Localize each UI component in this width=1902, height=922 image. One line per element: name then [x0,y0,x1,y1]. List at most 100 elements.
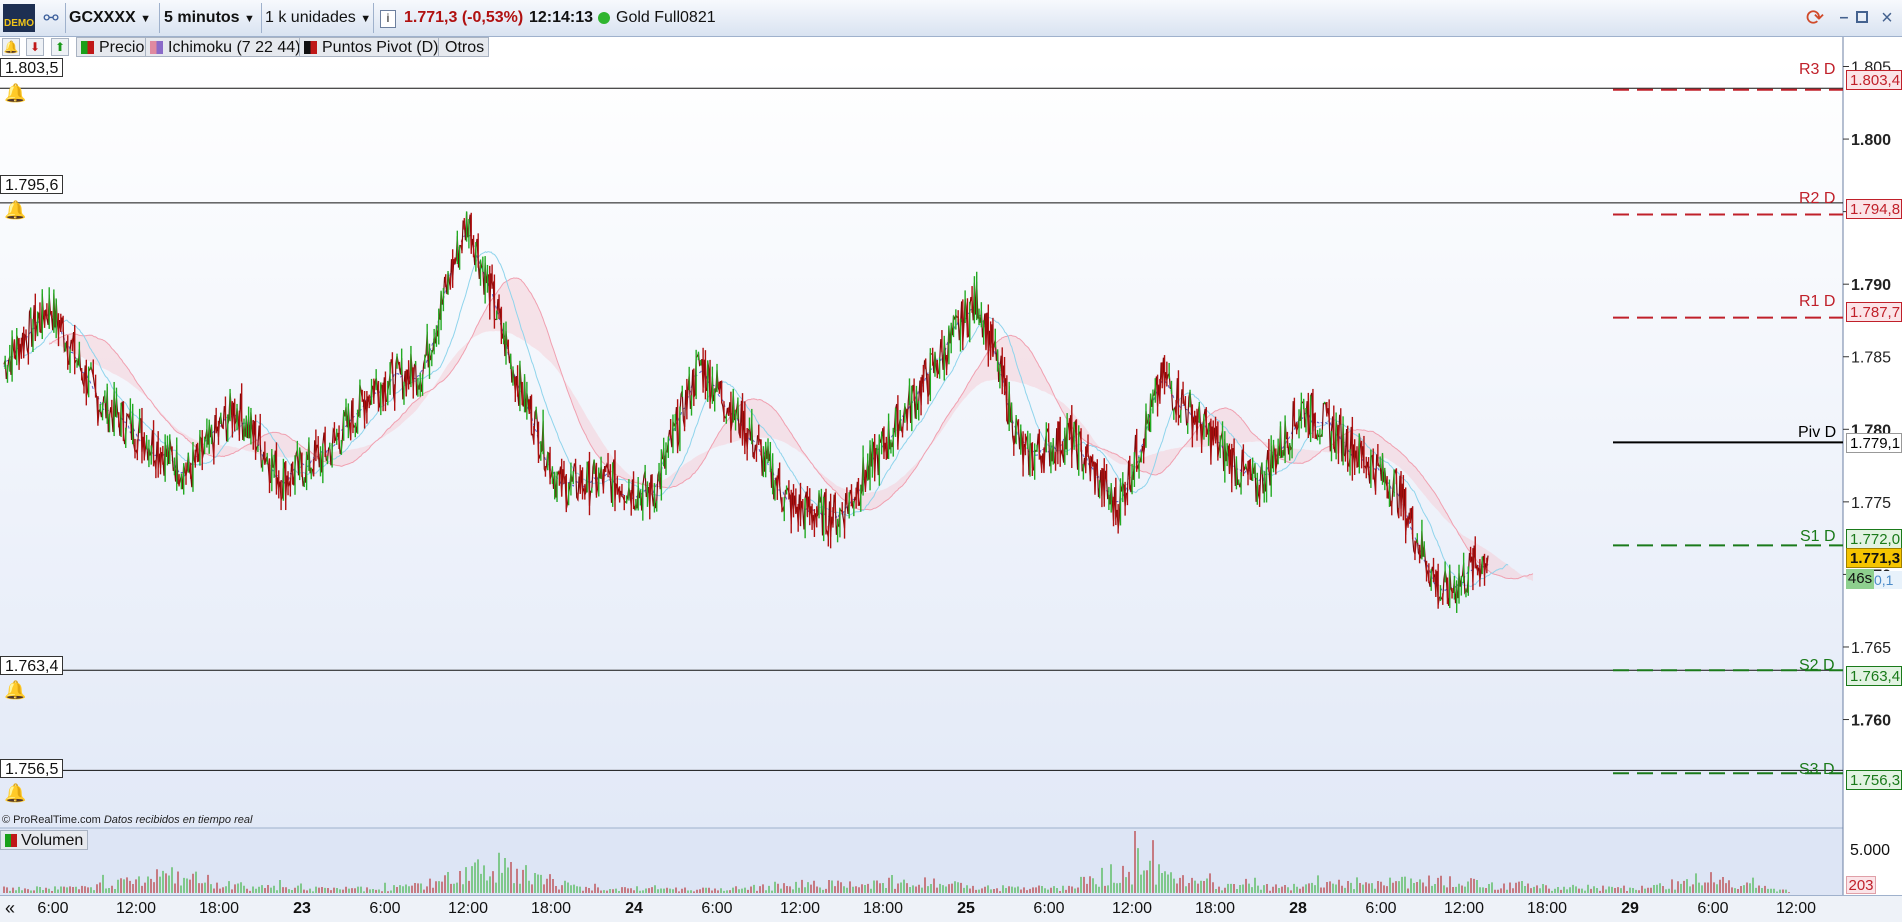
time-axis[interactable]: « 6:00 12:00 18:00 23 6:00 12:00 18:00 24 6:00 12… [0,895,1902,922]
clock-time: 12:14:13 [529,9,594,26]
alarm-bell-icon[interactable]: 🔔 [4,82,26,104]
time-axis-tick: 18:00 [862,900,904,917]
top-toolbar: DEMO ⚯ GCXXXX ▼ 5 minutos ▼ 1 k unidades… [0,0,1902,37]
demo-badge: DEMO [3,4,35,32]
realtime-note: Datos recibidos en tiempo real [103,814,253,826]
maximize-icon[interactable] [1856,11,1868,23]
price-axis-tick-label: 1.765 [1851,640,1891,657]
indicator-ichimoku-label: Ichimoku (7 22 44) [168,39,301,56]
pivot-swatch [304,41,317,54]
time-axis-tick: 12:00 [447,900,489,917]
time-axis-tick: 12:00 [779,900,821,917]
price-axis-tick-label: 1.760 [1851,713,1891,730]
pivot-label-s1: S1 D [1800,528,1836,545]
pivot-tag-piv: 1.779,1 [1846,433,1902,453]
time-axis-tick: 24 [625,900,643,917]
indicator-bar: 🔔 ⬇ ⬆ Precio Ichimoku (7 22 44) Puntos P… [0,36,1902,58]
demo-badge-label: DEMO [4,18,34,29]
volume-background [0,828,1843,895]
ichimoku-value-tag: 0,1 [1874,571,1902,589]
instrument-selector[interactable]: GCXXXX ▼ [69,0,151,36]
toolbar-separator [373,3,374,33]
time-axis-tick: 6:00 [701,900,733,917]
live-status-dot [598,12,610,24]
time-axis-tick: 6:00 [37,900,69,917]
toolbar-separator [65,3,66,33]
pivot-label-r2: R2 D [1799,190,1836,207]
indicator-otros-label: Otros [445,39,485,56]
time-axis-tick: 18:00 [530,900,572,917]
time-axis-tick: 18:00 [1526,900,1568,917]
price-axis-tick-label: 1.800 [1851,132,1891,149]
volume-last-tag: 203 [1846,876,1876,894]
volume-axis-tick: 5.000 [1850,842,1891,859]
toolbar-separator [159,3,160,33]
units-label: 1 k unidades [265,9,356,26]
time-axis-tick: 6:00 [369,900,401,917]
time-axis-tick: 29 [1621,900,1639,917]
pivot-label-s2: S2 D [1799,657,1835,674]
link-icon[interactable]: ⚯ [40,0,62,36]
pivot-label-r3: R3 D [1799,61,1836,78]
buy-arrow-button[interactable]: ⬆ [51,38,69,56]
chevron-down-icon: ▼ [244,13,255,25]
scroll-left-icon[interactable]: « [2,897,18,919]
pivot-tag-s3: 1.756,3 [1846,770,1902,790]
sell-arrow-button[interactable]: ⬇ [26,38,44,56]
indicator-ichimoku[interactable]: Ichimoku (7 22 44) [145,37,306,57]
bell-button[interactable]: 🔔 [2,38,20,56]
pivot-tag-r3: 1.803,4 [1846,70,1902,90]
precio-swatch [81,41,94,54]
price-axis-tick-label: 1.785 [1851,350,1891,367]
time-axis-tick: 12:00 [1775,900,1817,917]
volume-label: Volumen [21,832,84,849]
timeframe-label: 5 minutos [164,9,240,26]
indicator-precio-label: Precio [99,39,145,56]
alarm-level-box[interactable]: 1.756,5 [0,759,64,778]
data-source-note: © ProRealTime.com Datos recibidos en tie… [2,814,252,826]
indicator-precio[interactable]: Precio [76,37,150,57]
ichimoku-swatch [150,41,163,54]
indicator-volumen[interactable]: Volumen [0,830,89,850]
alarm-bell-icon[interactable]: 🔔 [4,199,26,221]
time-axis-tick: 18:00 [198,900,240,917]
price-axis-tick-label: 1.790 [1851,277,1891,294]
instrument-label: GCXXXX [69,9,136,26]
pivot-tag-s1: 1.772,0 [1846,529,1902,549]
pivot-tag-r2: 1.794,8 [1846,199,1902,219]
time-axis-tick: 6:00 [1365,900,1397,917]
time-axis-tick: 18:00 [1194,900,1236,917]
pivot-tag-s2: 1.763,4 [1846,666,1902,686]
time-axis-tick: 6:00 [1697,900,1729,917]
alarm-bell-icon[interactable]: 🔔 [4,782,26,804]
time-axis-tick: 12:00 [1111,900,1153,917]
timeframe-selector[interactable]: 5 minutos ▼ [164,0,255,36]
pivot-label-piv: Piv D [1798,424,1837,441]
info-icon[interactable]: i [380,10,396,28]
time-axis-tick: 12:00 [1443,900,1485,917]
units-selector[interactable]: 1 k unidades ▼ [265,0,371,36]
pivot-tag-r1: 1.787,7 [1846,302,1902,322]
alarm-bell-icon[interactable]: 🔔 [4,679,26,701]
minimize-icon[interactable]: – [1836,0,1852,36]
chevron-down-icon: ▼ [140,13,152,25]
alarm-level-box[interactable]: 1.803,5 [0,58,64,77]
close-icon[interactable]: × [1879,0,1895,36]
indicator-pivot-label: Puntos Pivot (D) [322,39,439,56]
refresh-icon[interactable]: ⟳ [1802,0,1828,36]
time-axis-tick: 12:00 [115,900,157,917]
countdown-tag: 46s [1846,569,1874,589]
time-axis-tick: 25 [957,900,975,917]
volume-swatch [5,834,17,847]
price-change: 1.771,3 (-0,53%) [404,9,524,26]
pivot-label-r1: R1 D [1799,293,1836,310]
alarm-level-box[interactable]: 1.763,4 [0,656,64,675]
price-axis-tick-label: 1.775 [1851,495,1891,512]
price-chart[interactable]: 1.8051.8001.7951.7901.7851.7801.7751.770… [0,0,1902,921]
alarm-level-box[interactable]: 1.795,6 [0,175,64,194]
indicator-otros[interactable]: Otros [438,37,490,57]
indicator-pivot[interactable]: Puntos Pivot (D) [299,37,444,57]
toolbar-separator [261,3,262,33]
time-axis-tick: 23 [293,900,311,917]
time-axis-tick: 28 [1289,900,1307,917]
